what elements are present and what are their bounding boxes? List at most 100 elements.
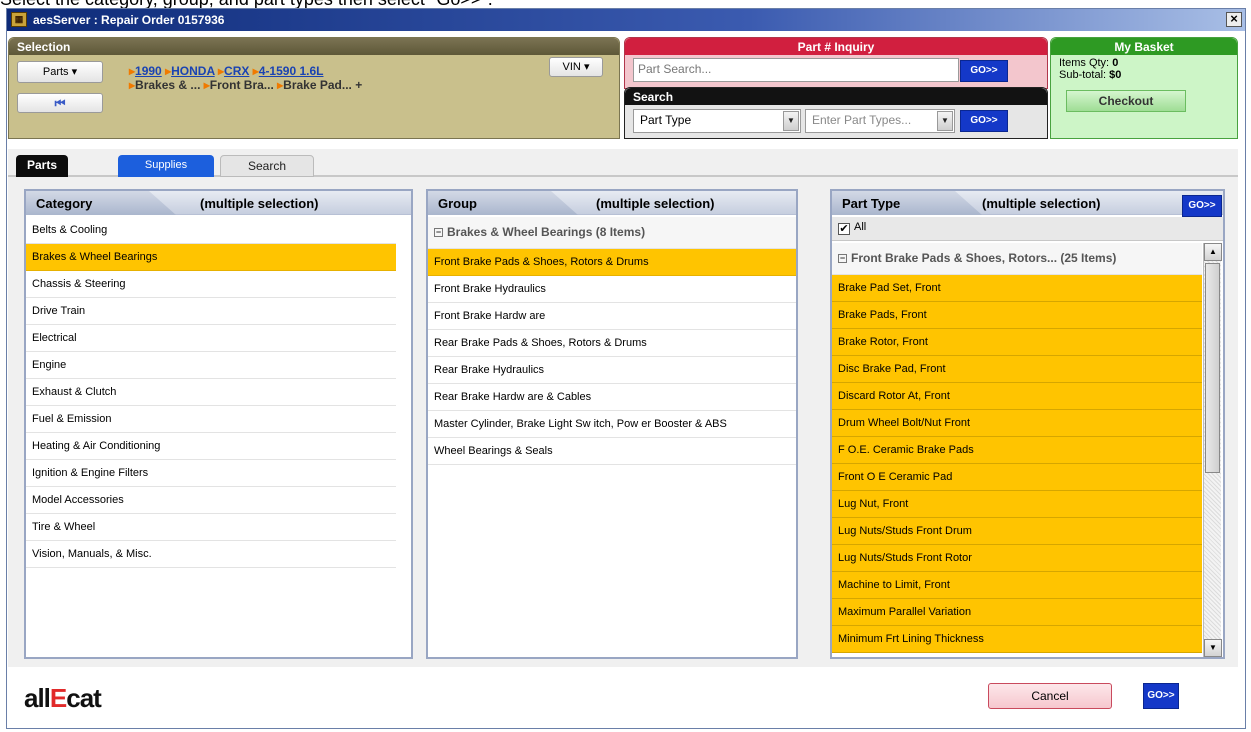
tab-parts[interactable]: Parts [16, 155, 68, 177]
chevron-down-icon: ▾ [583, 61, 590, 73]
part-type-item[interactable]: Maximum Parallel Variation [832, 599, 1202, 626]
part-types-input[interactable]: Enter Part Types... ▼ [805, 109, 955, 133]
search-go-button[interactable]: GO>> [960, 110, 1008, 132]
group-section-label: Brakes & Wheel Bearings (8 Items) [447, 225, 646, 239]
category-header: Category (multiple selection) [26, 191, 411, 215]
group-item[interactable]: Rear Brake Hardw are & Cables [428, 384, 796, 411]
group-item[interactable]: Wheel Bearings & Seals [428, 438, 796, 465]
part-type-item[interactable]: Discard Rotor At, Front [832, 383, 1202, 410]
category-item[interactable]: Fuel & Emission [26, 406, 396, 433]
window-title: aesServer : Repair Order 0157936 [33, 13, 225, 27]
breadcrumb-make[interactable]: HONDA [171, 64, 215, 78]
checkout-button[interactable]: Checkout [1066, 90, 1186, 112]
part-type-item[interactable]: Brake Rotor, Front [832, 329, 1202, 356]
chevron-down-icon[interactable]: ▼ [783, 111, 799, 131]
breadcrumb-engine[interactable]: 4-1590 1.6L [259, 64, 324, 78]
group-header: Group (multiple selection) [428, 191, 796, 215]
subtotal-value: $0 [1109, 69, 1122, 81]
search-type-value: Part Type [640, 113, 692, 127]
part-search-input[interactable]: Part Search... [633, 58, 959, 82]
part-type-item[interactable]: Brake Pads, Front [832, 302, 1202, 329]
items-qty-value: 0 [1112, 57, 1119, 69]
scroll-thumb[interactable] [1205, 263, 1220, 473]
part-type-item[interactable]: Minimum Frt Lining Thickness [832, 626, 1202, 653]
close-icon[interactable]: × [1226, 12, 1242, 27]
basket-panel: My Basket Items Qty: 0 Sub-total: $0 Che… [1050, 37, 1238, 139]
scroll-down-icon[interactable]: ▼ [1204, 639, 1222, 657]
group-item[interactable]: Front Brake Hardw are [428, 303, 796, 330]
parts-dropdown[interactable]: Parts ▾ [17, 61, 103, 83]
check-icon[interactable]: ✔ [838, 223, 850, 235]
part-type-scrollbar[interactable]: ▲ ▼ [1203, 243, 1222, 657]
breadcrumb-category[interactable]: Brakes & ... [135, 78, 200, 92]
chevron-down-icon[interactable]: ▼ [937, 111, 953, 131]
subtotal-label: Sub-total: [1059, 69, 1107, 81]
chevron-down-icon: ▾ [71, 66, 78, 78]
part-type-item[interactable]: Front O E Ceramic Pad [832, 464, 1202, 491]
part-inquiry-panel: Part # Inquiry Part Search... GO>> [624, 37, 1048, 89]
scroll-up-icon[interactable]: ▲ [1204, 243, 1222, 261]
all-label: All [854, 221, 867, 233]
collapse-icon[interactable]: − [434, 228, 443, 238]
part-types-placeholder: Enter Part Types... [812, 113, 912, 127]
part-type-section-header[interactable]: − Front Brake Pads & Shoes, Rotors... (25… [832, 243, 1202, 275]
part-type-item[interactable]: Disc Brake Pad, Front [832, 356, 1202, 383]
cancel-button[interactable]: Cancel [988, 683, 1112, 709]
group-item[interactable]: Master Cylinder, Brake Light Sw itch, Po… [428, 411, 796, 438]
basket-items-qty: Items Qty: 0 [1059, 57, 1118, 69]
group-item[interactable]: Front Brake Pads & Shoes, Rotors & Drums [428, 249, 796, 276]
category-item[interactable]: Heating & Air Conditioning [26, 433, 396, 460]
part-inquiry-go-button[interactable]: GO>> [960, 60, 1008, 82]
category-item[interactable]: Drive Train [26, 298, 396, 325]
all-checkbox-row[interactable]: ✔ All [832, 217, 1223, 241]
category-item[interactable]: Model Accessories [26, 487, 396, 514]
footer-go-button[interactable]: GO>> [1143, 683, 1179, 709]
group-item[interactable]: Rear Brake Hydraulics [428, 357, 796, 384]
category-item[interactable]: Chassis & Steering [26, 271, 396, 298]
category-item[interactable]: Exhaust & Clutch [26, 379, 396, 406]
part-type-item[interactable]: Machine to Limit, Front [832, 572, 1202, 599]
group-section-header[interactable]: − Brakes & Wheel Bearings (8 Items) [428, 217, 796, 249]
items-qty-label: Items Qty: [1059, 57, 1110, 69]
search-type-dropdown[interactable]: Part Type ▼ [633, 109, 801, 133]
group-list: − Brakes & Wheel Bearings (8 Items) Front… [428, 217, 796, 465]
breadcrumb-more[interactable]: + [355, 78, 362, 92]
category-item[interactable]: Tire & Wheel [26, 514, 396, 541]
category-mode: (multiple selection) [200, 196, 319, 211]
logo-part-a: all [24, 683, 51, 713]
part-type-item[interactable]: Lug Nuts/Studs Front Rotor [832, 545, 1202, 572]
tab-supplies[interactable]: Supplies [118, 155, 214, 177]
category-item[interactable]: Ignition & Engine Filters [26, 460, 396, 487]
part-type-go-button[interactable]: GO>> [1182, 195, 1222, 217]
category-breadcrumb: ▸Brakes & ... ▸Front Bra... ▸Brake Pad..… [129, 78, 362, 92]
collapse-icon[interactable]: − [838, 254, 847, 264]
tab-bar: Parts Supplies Search [8, 149, 1238, 177]
part-type-rows: Brake Pad Set, Front Brake Pads, Front Bra… [832, 275, 1202, 653]
selection-title: Selection [9, 38, 619, 55]
category-item[interactable]: Vision, Manuals, & Misc. [26, 541, 396, 568]
category-item[interactable]: Engine [26, 352, 396, 379]
vin-dropdown[interactable]: VIN ▾ [549, 57, 603, 77]
group-rows: Front Brake Pads & Shoes, Rotors & Drums… [428, 249, 796, 465]
first-record-button[interactable]: ⏮ [17, 93, 103, 113]
parts-dropdown-label: Parts [42, 66, 69, 78]
category-item[interactable]: Belts & Cooling [26, 217, 396, 244]
breadcrumb-model[interactable]: CRX [224, 64, 249, 78]
part-type-item[interactable]: Lug Nuts/Studs Front Drum [832, 518, 1202, 545]
group-item[interactable]: Rear Brake Pads & Shoes, Rotors & Drums [428, 330, 796, 357]
part-type-item[interactable]: Drum Wheel Bolt/Nut Front [832, 410, 1202, 437]
part-type-item[interactable]: F O.E. Ceramic Brake Pads [832, 437, 1202, 464]
category-item[interactable]: Electrical [26, 325, 396, 352]
breadcrumb-part-type[interactable]: Brake Pad... [283, 78, 352, 92]
part-type-item[interactable]: Brake Pad Set, Front [832, 275, 1202, 302]
category-item[interactable]: Brakes & Wheel Bearings [26, 244, 396, 271]
part-type-item[interactable]: Lug Nut, Front [832, 491, 1202, 518]
vin-dropdown-label: VIN [562, 61, 581, 73]
breadcrumb-year[interactable]: 1990 [135, 64, 162, 78]
tab-search[interactable]: Search [220, 155, 314, 177]
app-icon: ▦ [11, 12, 27, 27]
breadcrumb-group[interactable]: Front Bra... [210, 78, 274, 92]
group-item[interactable]: Front Brake Hydraulics [428, 276, 796, 303]
category-list: Belts & Cooling Brakes & Wheel Bearings Ch… [26, 217, 396, 568]
group-mode: (multiple selection) [596, 196, 715, 211]
